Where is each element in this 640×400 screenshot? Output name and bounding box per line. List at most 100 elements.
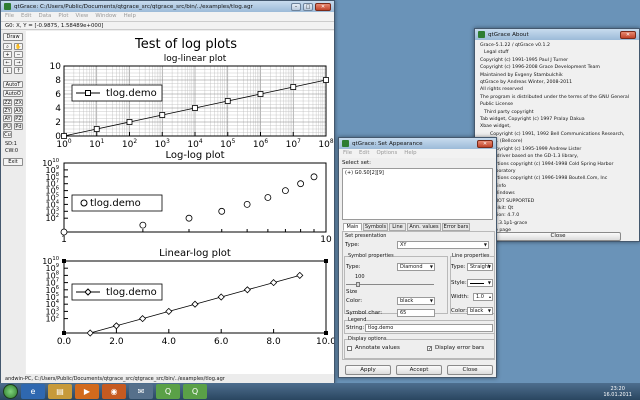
zy-button[interactable]: ZY xyxy=(3,107,12,114)
zx-button[interactable]: ZX xyxy=(14,99,23,106)
browser-icon[interactable]: e xyxy=(21,384,45,399)
main-menu-window[interactable]: Window xyxy=(95,13,116,20)
main-menu-help[interactable]: Help xyxy=(124,13,136,20)
draw-button[interactable]: Draw xyxy=(3,33,23,41)
zoom-in-icon[interactable]: + xyxy=(3,51,12,58)
graph-subtitle: log-linear plot xyxy=(164,54,227,64)
appearance-menu-file[interactable]: File xyxy=(343,150,352,157)
tab-main[interactable]: Main xyxy=(343,223,362,231)
symbol-color-select[interactable]: black ▼ xyxy=(397,297,435,305)
appearance-close-icon[interactable]: ✕ xyxy=(477,139,493,148)
close-button[interactable]: Close xyxy=(447,365,493,375)
legend-string-input[interactable]: tlog.demo xyxy=(365,324,493,332)
appearance-menu-bar: File Edit Options Help xyxy=(339,149,496,158)
ax-button[interactable]: AX xyxy=(14,107,23,114)
folder-icon[interactable]: ▤ xyxy=(48,384,72,399)
size-slider-handle[interactable] xyxy=(356,282,360,287)
data-point-square xyxy=(323,77,329,83)
display-options-label: Display options xyxy=(348,336,387,342)
main-menu-view[interactable]: View xyxy=(76,13,89,20)
width-spinbox[interactable]: 1.0 ▴ xyxy=(473,293,493,301)
line-color-select[interactable]: black ▼ xyxy=(467,307,493,315)
plot-canvas[interactable]: Test of log plots log-linear plot 100 101 1… xyxy=(26,31,334,374)
about-title-bar[interactable]: qtGrace About ✕ xyxy=(475,29,639,40)
selection-handle[interactable] xyxy=(324,259,328,263)
accept-button[interactable]: Accept xyxy=(396,365,442,375)
zoom-icon[interactable]: ⌕ xyxy=(3,43,12,50)
legend-label: Legend xyxy=(348,317,367,323)
qtgrace-taskbar-icon[interactable]: Q xyxy=(156,384,180,399)
display-error-bars-checkbox[interactable]: ✓ xyxy=(427,346,432,352)
appearance-menu-help[interactable]: Help xyxy=(404,150,416,157)
x-tick-label: 10 xyxy=(320,235,332,245)
start-button[interactable] xyxy=(3,384,18,399)
arrow-right-icon[interactable]: → xyxy=(14,59,23,66)
about-line: Copyright (c) 1991, 1992 Bell Communicat… xyxy=(490,131,625,145)
main-menu-data[interactable]: Data xyxy=(38,13,51,20)
tab-line[interactable]: Line xyxy=(389,223,406,231)
symbol-type-select[interactable]: Diamond ▼ xyxy=(397,263,435,271)
taskbar-app-icon[interactable]: ✉ xyxy=(129,384,153,399)
selection-handle[interactable] xyxy=(324,331,328,335)
hand-icon[interactable]: ✋ xyxy=(14,43,23,50)
pd-button[interactable]: Pd xyxy=(14,123,23,130)
main-window: qtGrace: C:/Users/Public/Documents/qtgra… xyxy=(0,0,335,384)
annotate-values-checkbox[interactable] xyxy=(347,346,352,351)
qtgrace-taskbar-icon-2[interactable]: Q xyxy=(183,384,207,399)
autoo-button[interactable]: AutoO xyxy=(3,90,23,97)
apply-button[interactable]: Apply xyxy=(345,365,391,375)
main-menu-edit[interactable]: Edit xyxy=(21,13,31,20)
select-set-label: Select set: xyxy=(342,160,371,166)
data-point-diamond xyxy=(270,279,278,287)
main-menu-plot[interactable]: Plot xyxy=(58,13,68,20)
arrow-down-icon[interactable]: ↓ xyxy=(3,67,12,74)
set-list-item[interactable]: (+) G0.S0[2][9] xyxy=(343,169,492,177)
exit-button[interactable]: Exit xyxy=(3,158,23,166)
symbol-color-label: Color: xyxy=(346,298,363,304)
autot-button[interactable]: AutoT xyxy=(3,81,23,88)
main-title-bar[interactable]: qtGrace: C:/Users/Public/Documents/qtgra… xyxy=(1,1,334,12)
line-style-select[interactable]: ▼ xyxy=(467,279,493,287)
zz-button[interactable]: ZZ xyxy=(3,99,12,106)
media-player-icon[interactable]: ▶ xyxy=(75,384,99,399)
size-slider[interactable] xyxy=(346,282,434,287)
symbol-char-input[interactable]: 65 xyxy=(397,309,435,317)
about-close-button[interactable]: Close xyxy=(495,232,621,241)
selection-handle[interactable] xyxy=(62,259,66,263)
firefox-icon[interactable]: ◉ xyxy=(102,384,126,399)
symbol-char-value: 65 xyxy=(400,310,407,316)
cu-button[interactable]: Cu xyxy=(3,131,12,138)
about-line: Grace-5.1.22 / qtGrace v0.1.2 xyxy=(480,43,550,48)
legend-marker xyxy=(80,199,88,207)
minimize-icon[interactable]: – xyxy=(291,2,301,11)
pz-button[interactable]: PZ xyxy=(14,115,23,122)
appearance-menu-options[interactable]: Options xyxy=(376,150,397,157)
about-line: GUI toolkit: Qt xyxy=(480,205,514,211)
chevron-down-icon: ▼ xyxy=(487,280,491,285)
tab-symbols[interactable]: Symbols xyxy=(363,223,388,231)
main-menu-file[interactable]: File xyxy=(5,13,14,20)
line-type-select[interactable]: Straight ▼ xyxy=(467,263,493,271)
set-list[interactable]: (+) G0.S0[2][9] xyxy=(342,168,493,220)
about-close-icon[interactable]: ✕ xyxy=(620,30,636,39)
chevron-down-icon: ▼ xyxy=(429,264,433,269)
graph-subtitle: Linear-log plot xyxy=(159,248,231,259)
tab-ann-values[interactable]: Ann. values xyxy=(407,223,441,231)
appearance-app-icon xyxy=(342,140,349,147)
appearance-menu-edit[interactable]: Edit xyxy=(359,150,369,157)
arrow-up-icon[interactable]: ↑ xyxy=(14,67,23,74)
tab-error-bars[interactable]: Error bars xyxy=(442,223,470,231)
appearance-title-bar[interactable]: qtGrace: Set Appearance ✕ xyxy=(339,138,496,149)
ay-button[interactable]: AY xyxy=(3,115,12,122)
clock[interactable]: 23:20 16.01.2011 xyxy=(603,386,632,398)
pu-button[interactable]: PU xyxy=(3,123,12,130)
maximize-icon[interactable]: □ xyxy=(303,2,313,11)
zoom-out-icon[interactable]: − xyxy=(14,51,23,58)
arrow-left-icon[interactable]: ← xyxy=(3,59,12,66)
close-icon[interactable]: ✕ xyxy=(315,2,331,11)
selection-handle[interactable] xyxy=(62,331,66,335)
symbol-color-value: black xyxy=(400,298,414,304)
type-select[interactable]: XY ▼ xyxy=(397,241,489,249)
data-point-diamond xyxy=(86,329,94,337)
width-label: Width: xyxy=(451,294,469,300)
